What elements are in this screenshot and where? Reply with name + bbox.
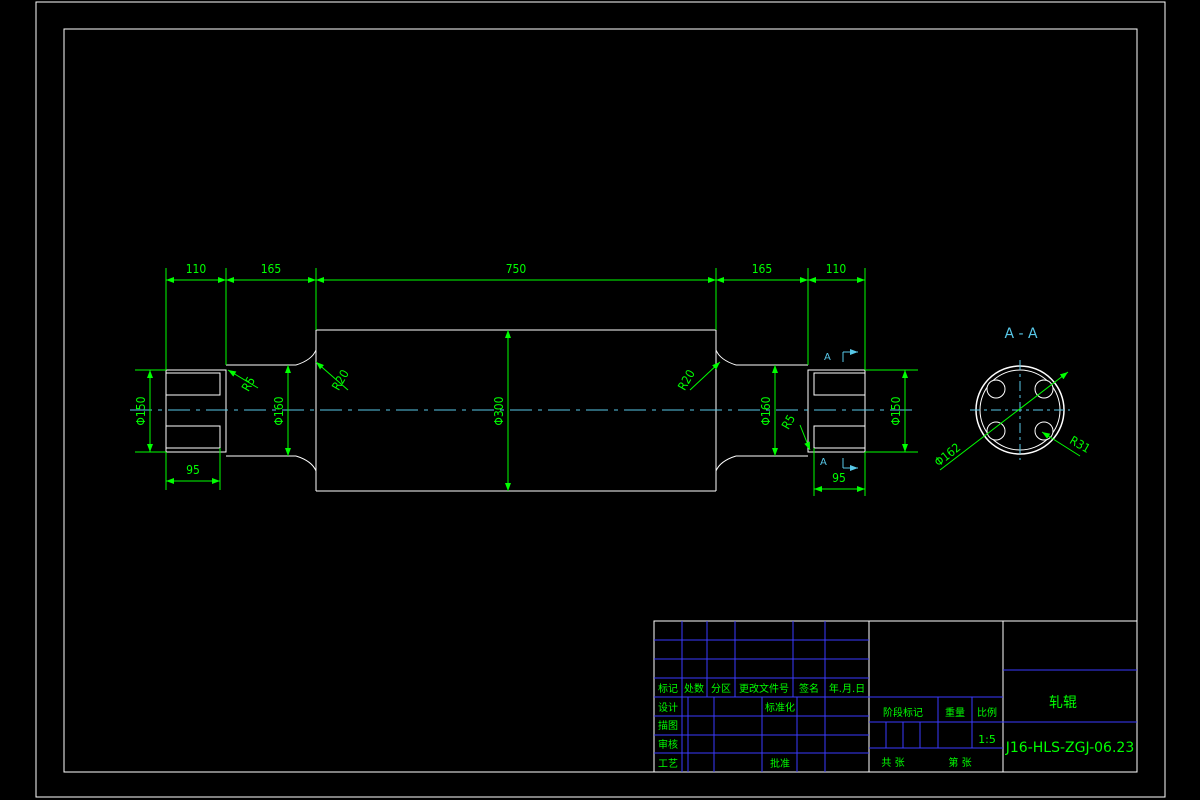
tb-row-draw: 描图 (658, 719, 678, 732)
tb-row-process: 工艺 (658, 758, 678, 770)
dim-len-left-neck: 165 (261, 262, 282, 276)
tb-header-change-doc: 更改文件号 (739, 682, 789, 695)
dim-right-slot-len: 95 (832, 471, 846, 485)
dim-radius-right-neck: R5 (779, 412, 798, 431)
tb-header-count: 处数 (684, 682, 704, 695)
tb-scale-value: 1:5 (978, 733, 996, 746)
section-view: A - A Φ162 R31 (932, 326, 1093, 471)
dim-len-right-neck: 165 (752, 262, 773, 276)
tb-stage-mark: 阶段标记 (883, 706, 923, 719)
tb-total-sheets: 共 张 (881, 757, 904, 769)
tb-weight: 重量 (945, 706, 965, 719)
section-dia: Φ162 (932, 440, 964, 469)
tb-row-design: 设计 (658, 701, 678, 714)
section-marker-top: A (824, 352, 831, 363)
tb-scale-label: 比例 (977, 706, 997, 719)
tb-standardize: 标准化 (765, 701, 795, 714)
section-marker-bottom: A (820, 457, 827, 468)
dim-radius-left-neck: R5 (239, 374, 258, 393)
tb-sheet-no: 第 张 (948, 756, 971, 769)
tb-part-name: 轧辊 (1049, 695, 1077, 711)
tb-header-signature: 签名 (799, 682, 819, 695)
dim-dia-right-end: Φ150 (889, 396, 903, 425)
dim-left-slot-len: 95 (186, 463, 200, 477)
dim-radius-right-shoulder: R20 (675, 367, 698, 393)
sheet-border (35, 1, 1166, 798)
title-block: 标记 处数 分区 更改文件号 签名 年.月.日 设计 描图 审核 工艺 标准化 … (653, 620, 1138, 773)
dim-dia-left-neck: Φ160 (272, 396, 286, 425)
section-title: A - A (1004, 326, 1038, 342)
tb-header-zone: 分区 (711, 683, 731, 695)
tb-row-check: 审核 (658, 738, 678, 751)
tb-drawing-no: J16-HLS-ZGJ-06.23 (1005, 740, 1134, 756)
dimension-texts: 110 165 750 165 110 Φ150 Φ160 Φ300 Φ160 … (134, 262, 903, 485)
tb-approve: 批准 (770, 757, 790, 770)
dim-radius-left-shoulder: R20 (329, 367, 352, 393)
tb-header-mark: 标记 (658, 683, 678, 695)
section-radius: R31 (1067, 433, 1092, 456)
dim-len-right-end: 110 (826, 262, 847, 276)
dim-len-left-end: 110 (186, 262, 207, 276)
tb-header-date: 年.月.日 (829, 682, 865, 695)
dim-dia-left-end: Φ150 (134, 396, 148, 425)
dim-dia-right-neck: Φ160 (759, 396, 773, 425)
dim-dia-body: Φ300 (492, 396, 506, 425)
cad-drawing-canvas: 110 165 750 165 110 Φ150 Φ160 Φ300 Φ160 … (35, 1, 1166, 798)
dim-len-body: 750 (506, 262, 527, 276)
